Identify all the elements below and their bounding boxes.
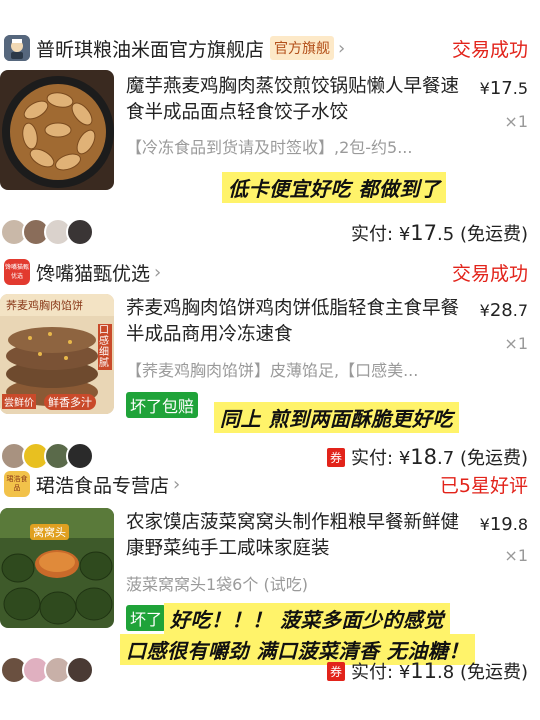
product-image[interactable] [0,70,114,190]
shop-row-2[interactable]: 馋嘴猫甄优选 馋嘴猫甄优选 › 交易成功 [0,254,540,290]
chevron-right-icon[interactable]: › [154,262,161,283]
image-caption: 鲜香多汁 [44,394,96,410]
order-status: 交易成功 [451,262,528,285]
shop-name[interactable]: 馋嘴猫甄优选 [36,259,150,286]
shop-name[interactable]: 普昕琪粮油米面官方旗舰店 [36,35,264,62]
shop-name[interactable]: 珺浩食品专营店 [36,471,169,498]
shop-row-1[interactable]: 普昕琪粮油米面官方旗舰店 官方旗舰 › 交易成功 [0,30,540,66]
product-sku: 【荞麦鸡胸肉馅饼】皮薄馅足,【口感美... [126,361,419,380]
refund-guarantee-tag: 坏了 [126,605,167,631]
product-image[interactable]: 荞麦鸡胸肉馅饼 口感细腻 尝鲜价 鲜香多汁 [0,294,114,414]
review-overlay-text: 好吃！！！ 菠菜多面少的感觉 [164,603,450,634]
avatar [66,656,94,684]
product-price: ¥17.5 [479,78,528,99]
coupon-icon: 券 [327,662,346,681]
payment-row-3: 券实付: ¥11.8 (免运费) [0,654,540,688]
payment-row-1: 实付: ¥17.5 (免运费) [0,216,540,250]
chevron-right-icon[interactable]: › [173,474,180,495]
product-price: ¥19.8 [479,514,528,535]
shop-logo-1 [4,35,30,61]
refund-guarantee-tag: 坏了包赔 [126,392,199,418]
image-caption: 尝鲜价 [2,394,36,409]
product-title[interactable]: 荞麦鸡胸肉馅饼鸡肉饼低脂轻食主食早餐半成品商用冷冻速食 [126,296,466,348]
product-title[interactable]: 农家馍店菠菜窝窝头制作粗粮早餐新鲜健康野菜纯手工咸味家庭装 [126,510,466,562]
shop-logo-3: 珺浩食品 [4,471,30,497]
product-price: ¥28.7 [479,300,528,321]
paid-amount: 券实付: ¥11.8 (免运费) [327,658,528,684]
product-sku: 【冷冻食品到货请及时签收】,2包-约5... [126,138,413,157]
product-quantity: ×1 [504,334,528,353]
review-overlay-text: 同上 煎到两面酥脆更好吃 [214,402,459,433]
product-sku: 菠菜窝窝头1袋6个 (试吃) [126,575,308,594]
product-quantity: ×1 [504,112,528,131]
shop-logo-2: 馋嘴猫甄优选 [4,259,30,285]
chevron-right-icon[interactable]: › [338,38,345,59]
image-caption: 荞麦鸡胸肉馅饼 [6,299,83,312]
product-quantity: ×1 [504,546,528,565]
order-status: 交易成功 [451,38,528,61]
order-status: 已5星好评 [439,474,528,497]
flagship-badge: 官方旗舰 [270,36,335,60]
review-overlay-text: 低卡便宜好吃 都做到了 [222,172,447,203]
avatar [66,218,94,246]
buyer-avatars [0,218,94,246]
product-title[interactable]: 魔芋燕麦鸡胸肉蒸饺煎饺锅贴懒人早餐速食半成品面点轻食饺子水饺 [126,74,466,126]
buyer-avatars [0,656,94,684]
product-image[interactable]: 窝窝头 [0,508,114,628]
image-caption: 口感细腻 [98,324,112,370]
image-caption: 窝窝头 [30,524,69,540]
paid-amount: 实付: ¥17.5 (免运费) [351,221,528,245]
shop-row-3[interactable]: 珺浩食品 珺浩食品专营店 › 已5星好评 [0,466,540,502]
coupon-icon: 券 [327,448,346,467]
